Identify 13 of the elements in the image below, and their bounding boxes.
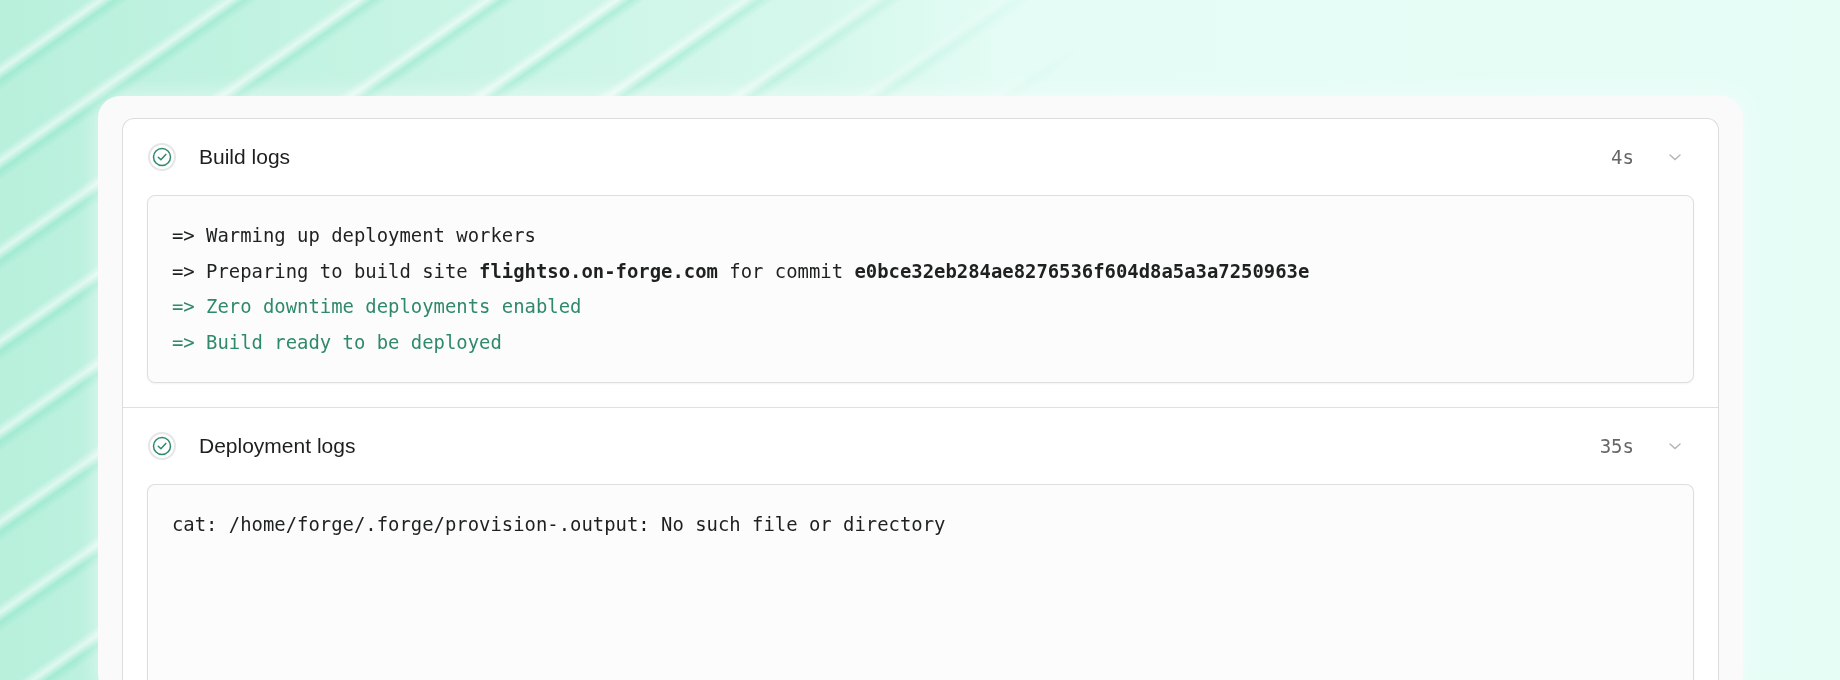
- section-title: Deployment logs: [199, 434, 357, 458]
- log-line: => Zero downtime deployments enabled: [172, 294, 582, 319]
- log-line: cat: /home/forge/.forge/provision-.output: No such file or directory: [172, 512, 946, 537]
- duration-label: 4s: [1611, 146, 1634, 168]
- section-title: Build logs: [199, 145, 292, 169]
- chevron-down-icon[interactable]: [1668, 441, 1682, 451]
- check-circle-icon: [148, 432, 176, 460]
- log-line: => Preparing to build site flightso.on-forge.com for commit e0bce32eb284ae8276536f604d8a5a3a7250963e: [172, 258, 1310, 284]
- check-circle-icon: [148, 143, 176, 171]
- duration-label: 35s: [1599, 435, 1634, 457]
- log-line: => Build ready to be deployed: [172, 329, 502, 355]
- chevron-down-icon[interactable]: [1668, 152, 1682, 162]
- log-line: => Warming up deployment workers: [172, 223, 536, 248]
